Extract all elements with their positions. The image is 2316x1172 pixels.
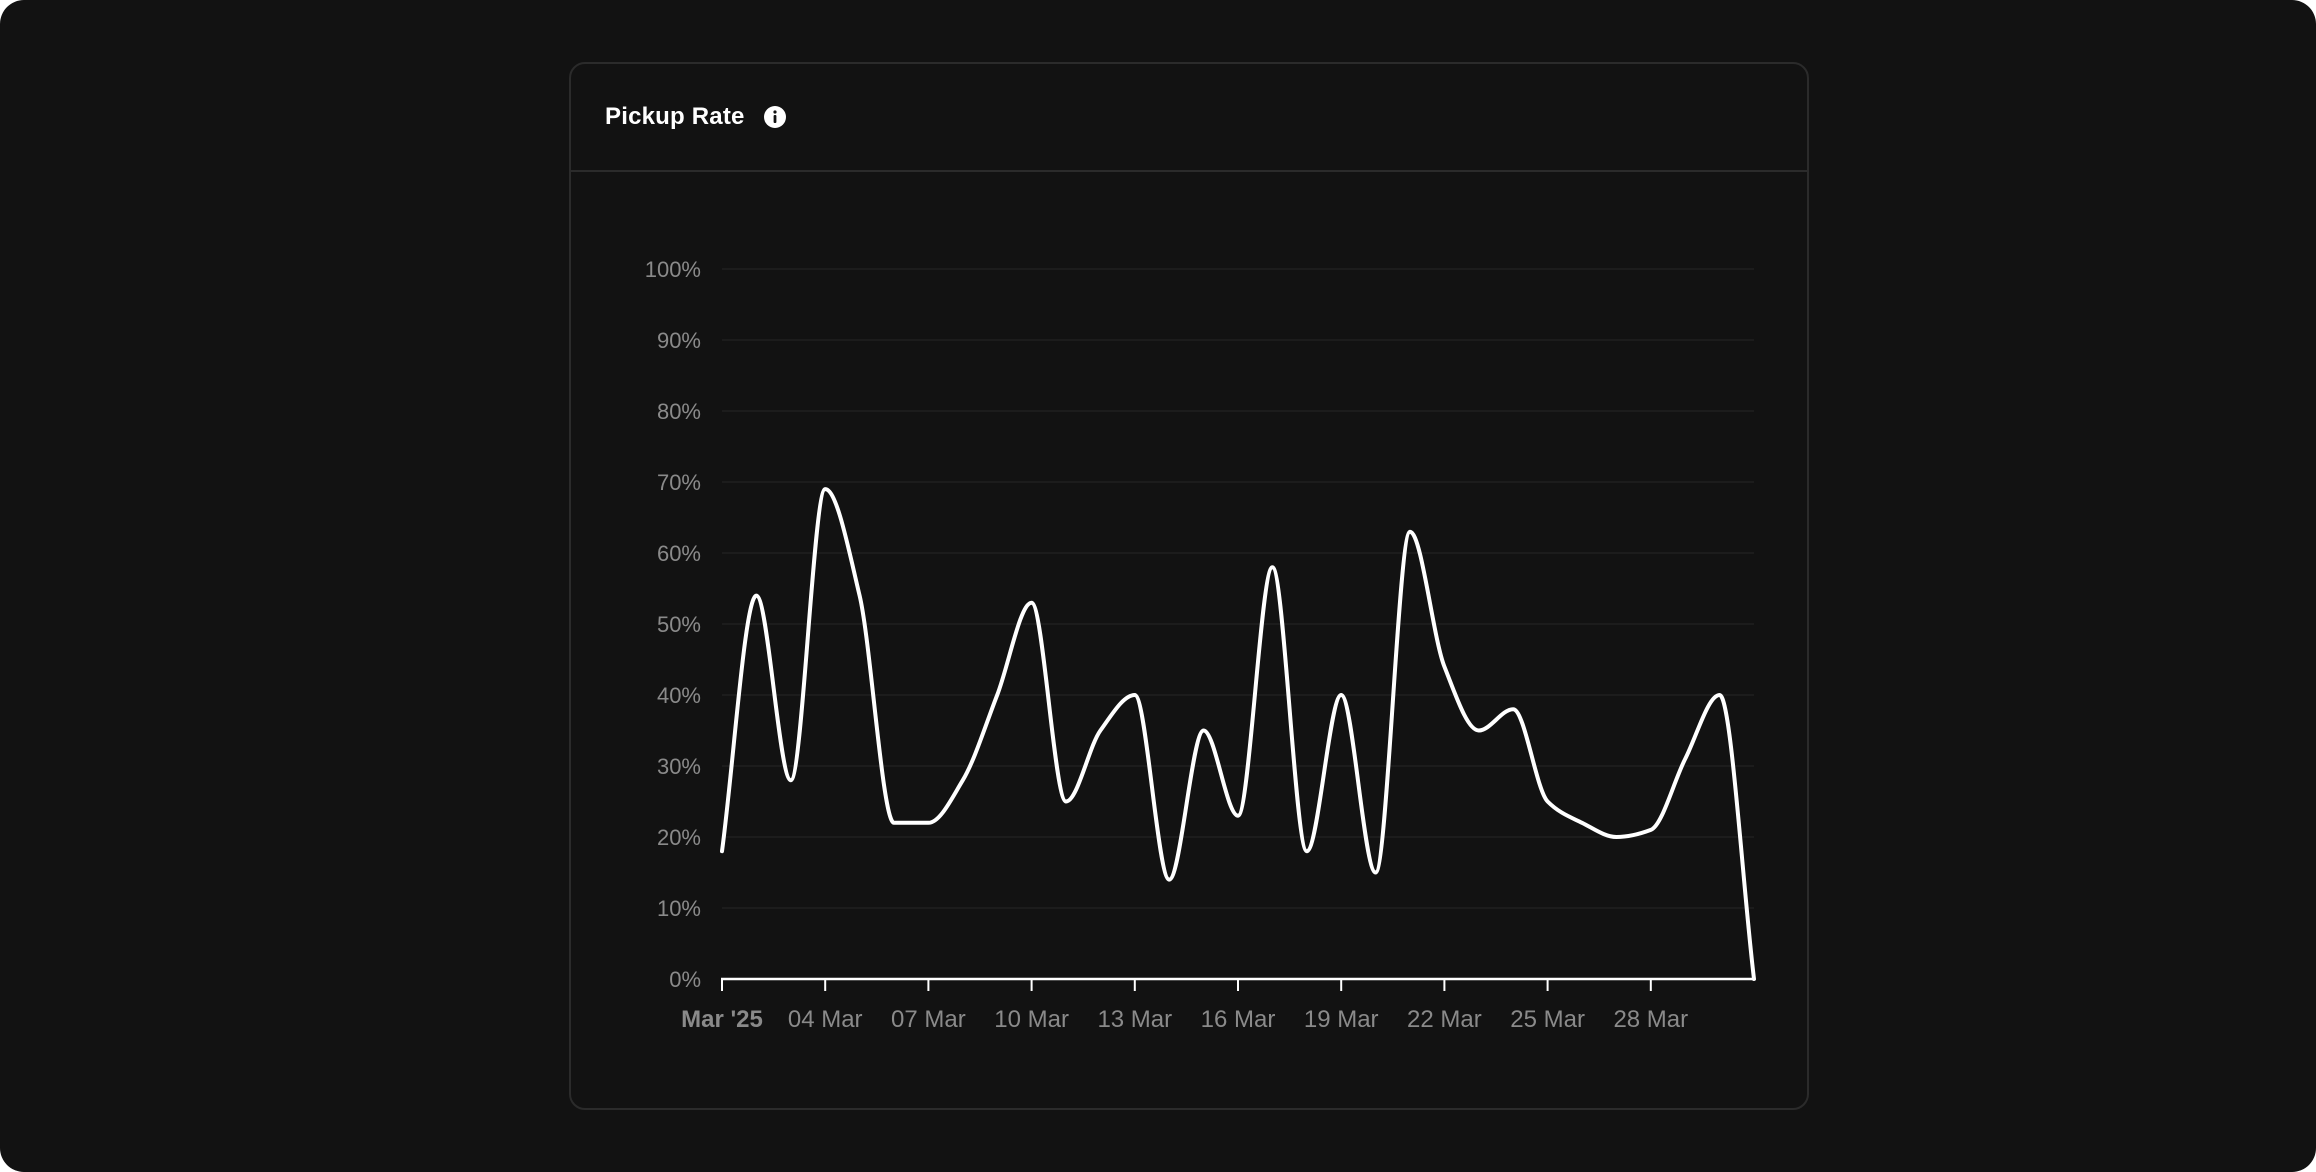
pickup-rate-chart: 0% 10% 20% 30% 40% 50% 60% 70% 80% 90% 100% Mar '2… [645,257,1760,1033]
y-axis: 0% 10% 20% 30% 40% 50% 60% 70% 80% 90% 100% [645,257,701,992]
data-point[interactable] [1507,703,1519,715]
y-tick-label: 0% [669,967,701,992]
data-point[interactable] [1404,526,1416,538]
y-tick-label: 50% [657,612,701,637]
data-point[interactable] [854,590,866,602]
data-point[interactable] [1370,867,1382,879]
data-point[interactable] [1094,725,1106,737]
x-tick-label: 25 Mar [1510,1006,1585,1033]
x-tick-label: 16 Mar [1201,1006,1276,1033]
y-tick-label: 10% [657,896,701,921]
x-tick-label: 07 Mar [891,1006,966,1033]
data-point[interactable] [819,483,831,495]
y-tick-label: 40% [657,683,701,708]
x-tick-label: 28 Mar [1613,1006,1688,1033]
x-tick-label: 10 Mar [994,1006,1069,1033]
data-point[interactable] [922,817,934,829]
y-tick-label: 20% [657,825,701,850]
data-point[interactable] [1060,796,1072,808]
data-point[interactable] [1679,753,1691,765]
x-tick-label: 04 Mar [788,1006,863,1033]
y-tick-label: 30% [657,754,701,779]
window-background: Pickup Rate 0% 10% 20% 30% 40% 50% 60% 70% 80% 90… [0,0,2316,1172]
data-point[interactable] [1026,597,1038,609]
data-point[interactable] [1266,561,1278,573]
data-point[interactable] [1129,689,1141,701]
data-point[interactable] [991,689,1003,701]
y-tick-label: 80% [657,399,701,424]
data-point[interactable] [750,590,762,602]
data-point[interactable] [1610,831,1622,843]
data-point[interactable] [716,845,728,857]
data-point[interactable] [1232,810,1244,822]
data-point[interactable] [1163,874,1175,886]
x-axis: Mar '25 04 Mar 07 Mar 10 Mar 13 Mar 16 Mar 19 … [681,977,1755,1033]
x-tick-label: 22 Mar [1407,1006,1482,1033]
data-point[interactable] [1335,689,1347,701]
data-point[interactable] [1473,725,1485,737]
y-tick-label: 70% [657,470,701,495]
pickup-rate-card: Pickup Rate 0% 10% 20% 30% 40% 50% 60% 70% 80% 90… [569,62,1809,1110]
data-point[interactable] [1645,824,1657,836]
y-tick-label: 60% [657,541,701,566]
data-point[interactable] [1198,725,1210,737]
data-point[interactable] [1576,817,1588,829]
data-point[interactable] [1542,796,1554,808]
data-point[interactable] [785,774,797,786]
data-point[interactable] [1748,973,1760,985]
x-tick-label: 13 Mar [1097,1006,1172,1033]
x-tick-label: Mar '25 [681,1006,763,1033]
data-point[interactable] [1438,661,1450,673]
series-layer [716,483,1760,985]
data-point[interactable] [957,774,969,786]
series-line [720,487,1756,981]
data-point[interactable] [1301,845,1313,857]
data-point[interactable] [888,817,900,829]
y-tick-label: 90% [657,328,701,353]
x-tick-label: 19 Mar [1304,1006,1379,1033]
y-tick-label: 100% [645,257,701,282]
data-point[interactable] [1714,689,1726,701]
